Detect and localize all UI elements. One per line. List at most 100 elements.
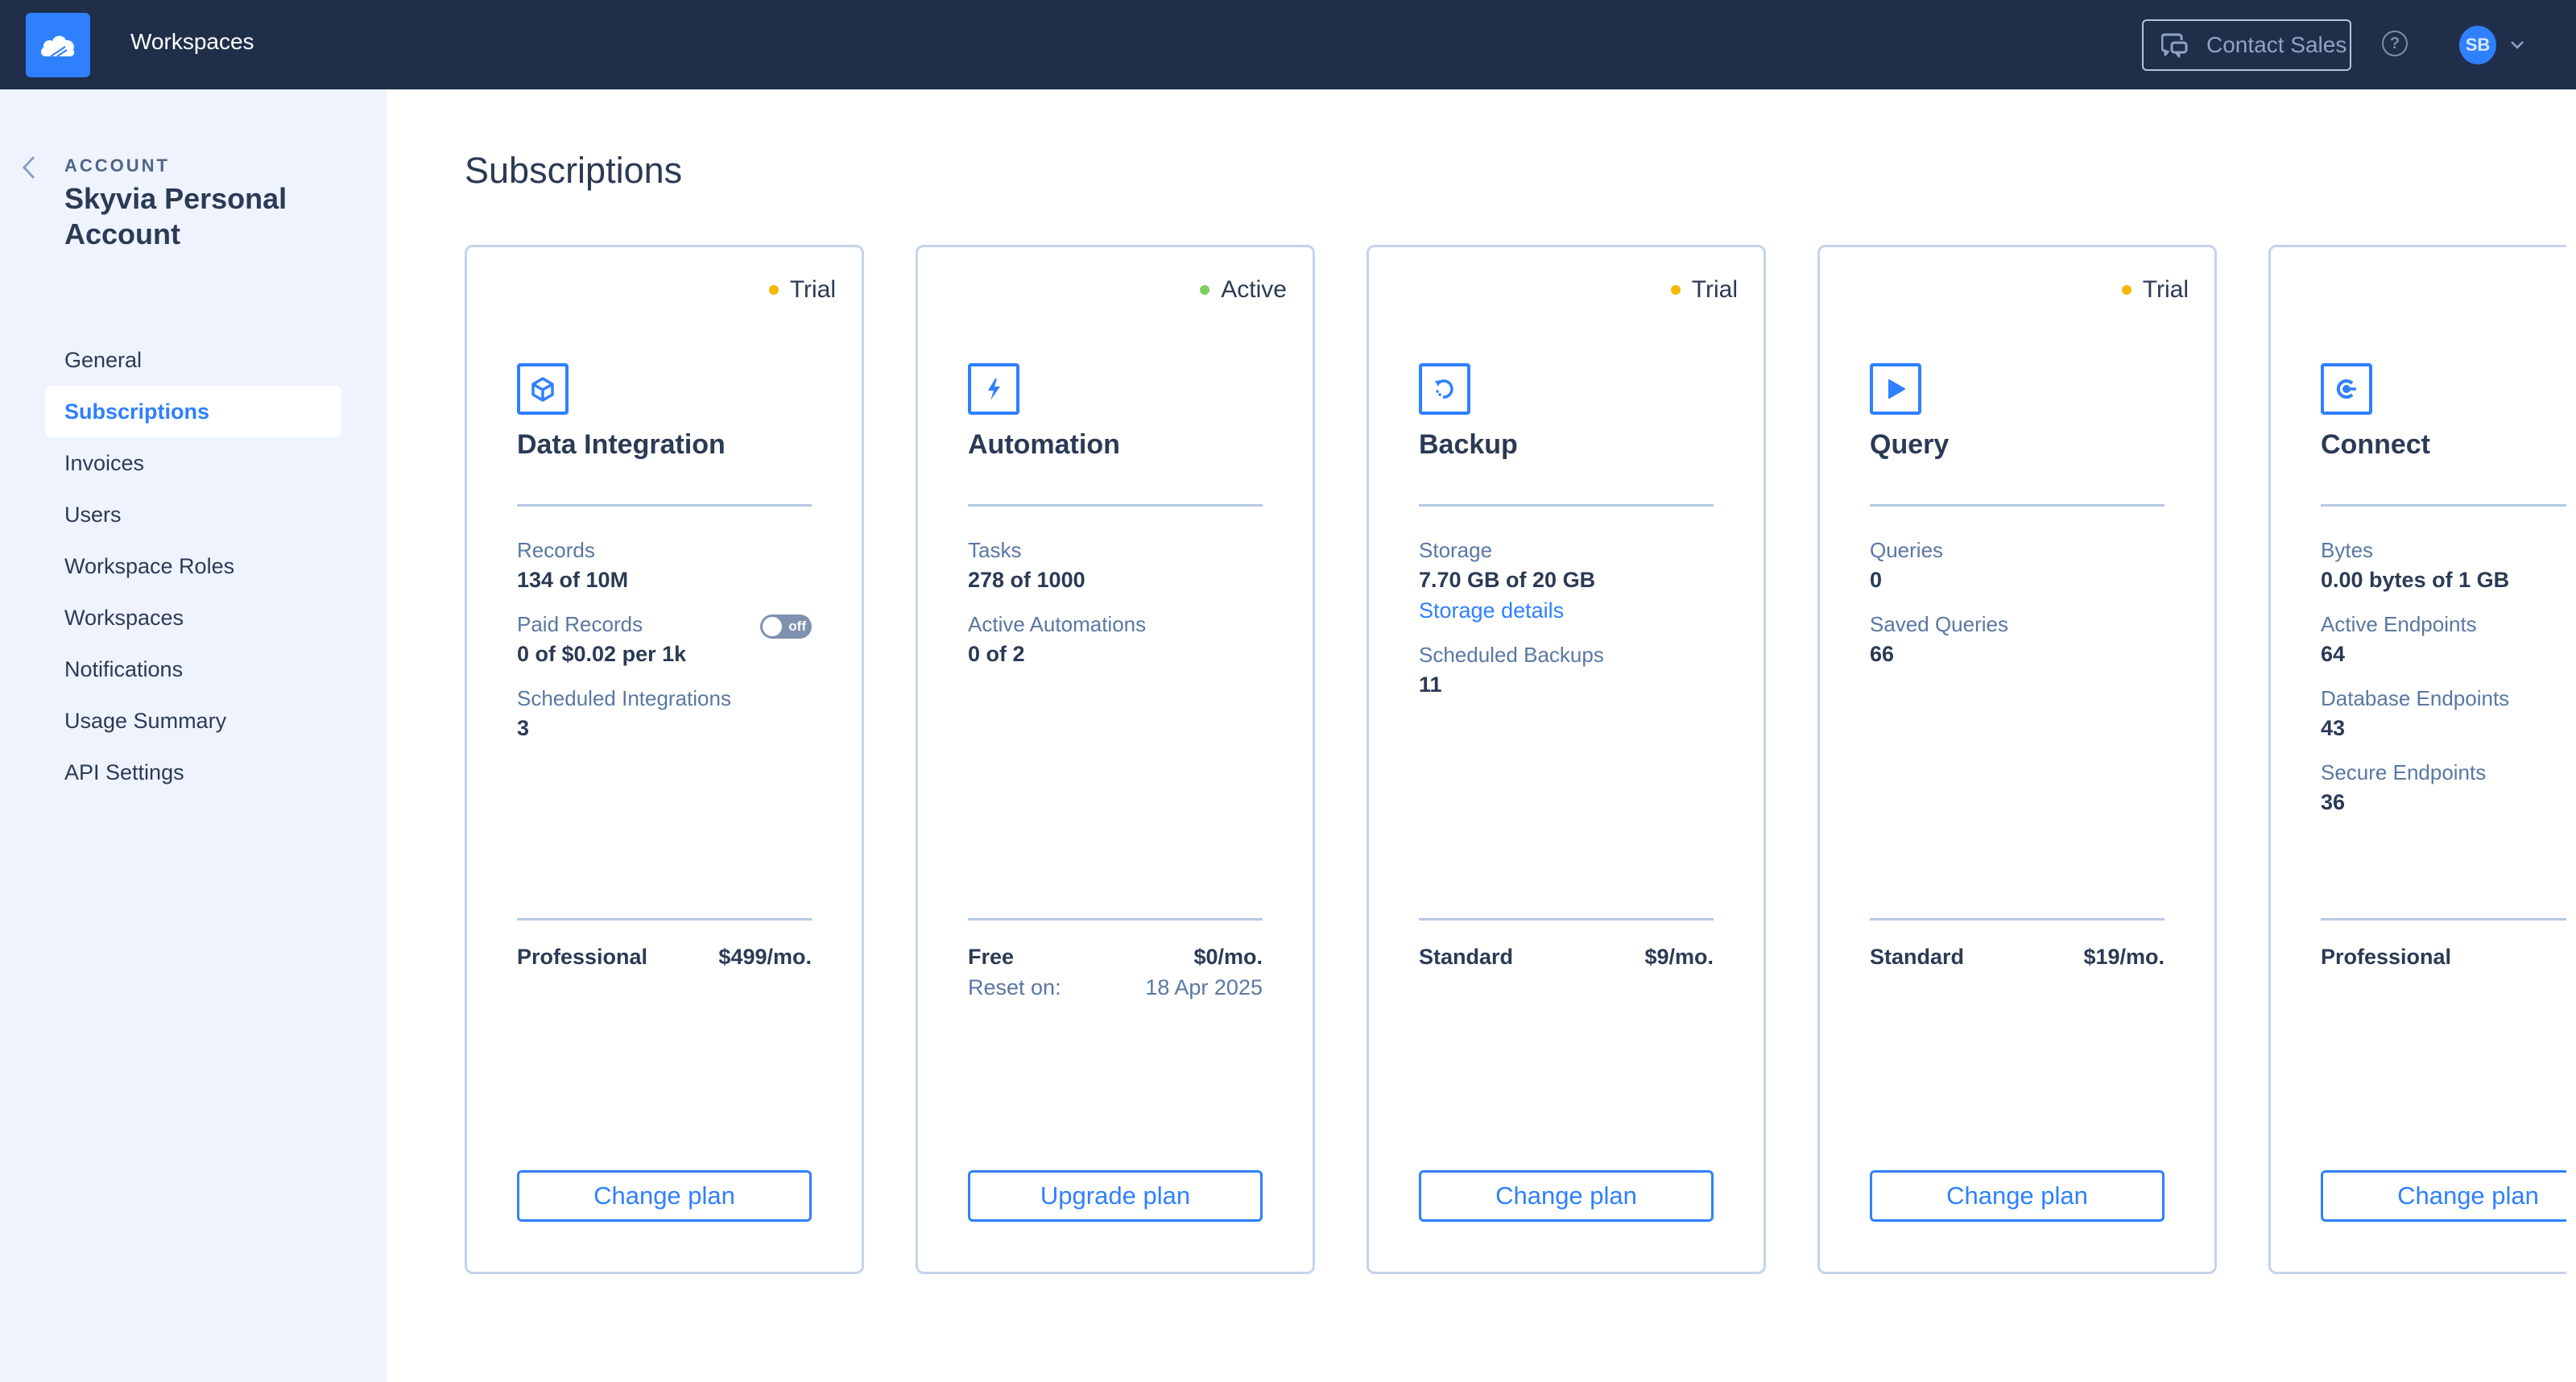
plan-row: Professional $499/mo.	[517, 941, 812, 972]
connect-icon	[2321, 363, 2372, 415]
plan-price: $19/mo.	[2083, 945, 2165, 969]
cloud-logo-icon	[40, 35, 75, 57]
status-badge: Trial	[2121, 276, 2189, 304]
divider	[1870, 918, 2165, 921]
toggle-state-label: off	[788, 619, 806, 634]
metric-value: 36	[2321, 790, 2346, 814]
top-bar: Workspaces Contact Sales ? SB	[0, 0, 2576, 89]
metric-value: 66	[1870, 642, 1895, 666]
metric-label: Database Endpoints	[2321, 686, 2510, 710]
sidebar-item-api-settings[interactable]: API Settings	[45, 747, 341, 798]
divider	[968, 918, 1263, 921]
metric-active-endpoints: Active Endpoints 64	[2321, 610, 2566, 669]
status-label: Trial	[2142, 276, 2189, 303]
divider	[1419, 918, 1714, 921]
status-dot-icon	[1670, 285, 1681, 295]
reset-row: Reset on: 18 Apr 2025	[968, 972, 1263, 1003]
status-dot-icon	[1200, 285, 1210, 295]
sidebar-item-usage-summary[interactable]: Usage Summary	[45, 695, 341, 747]
metric-saved-queries: Saved Queries 66	[1870, 610, 2165, 669]
metric-queries: Queries 0	[1870, 536, 2165, 595]
metric-value: 11	[1419, 672, 1442, 697]
metric-value: 7.70 GB of 20 GB	[1419, 568, 1596, 592]
product-name: Query	[1870, 429, 1950, 460]
skyvia-logo[interactable]	[26, 13, 90, 77]
sidebar-item-general[interactable]: General	[45, 334, 341, 386]
change-plan-button[interactable]: Change plan	[1419, 1170, 1714, 1222]
metric-records: Records 134 of 10M	[517, 536, 812, 595]
sidebar-item-subscriptions[interactable]: Subscriptions	[45, 386, 341, 437]
status-label: Active	[1221, 276, 1287, 303]
metric-active-automations: Active Automations 0 of 2	[968, 610, 1263, 669]
status-label: Trial	[789, 276, 836, 303]
sidebar-item-users[interactable]: Users	[45, 489, 341, 540]
metric-label: Secure Endpoints	[2321, 760, 2487, 784]
product-name: Connect	[2321, 429, 2430, 460]
metric-scheduled-integrations: Scheduled Integrations 3	[517, 684, 812, 743]
metric-bytes: Bytes 0.00 bytes of 1 GB	[2321, 536, 2566, 595]
divider	[968, 504, 1263, 507]
divider	[517, 504, 812, 507]
metric-storage: Storage 7.70 GB of 20 GB Storage details	[1419, 536, 1714, 626]
sidebar-item-workspaces[interactable]: Workspaces	[45, 592, 341, 643]
metric-label: Active Automations	[968, 612, 1147, 636]
metric-scheduled-backups: Scheduled Backups 11	[1419, 640, 1714, 700]
plan-name: Professional	[2321, 945, 2452, 969]
metrics: Storage 7.70 GB of 20 GB Storage details…	[1419, 536, 1714, 714]
metric-value: 64	[2321, 642, 2346, 666]
metric-label: Tasks	[968, 538, 1022, 562]
plan-row: Standard $9/mo.	[1419, 941, 1714, 972]
plan-name: Standard	[1419, 945, 1514, 969]
cube-icon	[517, 363, 569, 415]
chevron-down-icon[interactable]	[2509, 37, 2525, 53]
upgrade-plan-button[interactable]: Upgrade plan	[968, 1170, 1263, 1222]
chevron-left-icon[interactable]	[19, 154, 39, 181]
contact-sales-button[interactable]: Contact Sales	[2142, 19, 2351, 71]
sidebar-item-invoices[interactable]: Invoices	[45, 437, 341, 489]
metric-value: 0 of $0.02 per 1k	[517, 642, 687, 666]
sidebar-item-notifications[interactable]: Notifications	[45, 643, 341, 695]
help-icon[interactable]: ?	[2382, 31, 2408, 56]
product-name: Data Integration	[517, 429, 726, 460]
metric-label: Storage	[1419, 538, 1493, 562]
restore-icon	[1419, 363, 1470, 415]
change-plan-button[interactable]: Change plan	[517, 1170, 812, 1222]
change-plan-button[interactable]: Change plan	[2321, 1170, 2566, 1222]
metric-value: 134 of 10M	[517, 568, 629, 592]
divider	[2321, 918, 2566, 921]
subscription-card-data-integration: Trial Data Integration Records 134 of 10…	[465, 245, 864, 1274]
metric-database-endpoints: Database Endpoints 43	[2321, 684, 2566, 743]
sidebar-nav: General Subscriptions Invoices Users Wor…	[45, 334, 341, 798]
status-dot-icon	[2121, 285, 2132, 295]
metric-value: 3	[517, 716, 530, 740]
metric-paid-records: Paid Records off 0 of $0.02 per 1k	[517, 610, 812, 669]
metric-label: Queries	[1870, 538, 1944, 562]
metric-secure-endpoints: Secure Endpoints 36	[2321, 758, 2566, 817]
status-badge: Trial	[768, 276, 836, 304]
divider	[2321, 504, 2566, 507]
chat-bubbles-icon	[2161, 33, 2188, 58]
account-name: Skyvia Personal Account	[64, 182, 287, 250]
user-avatar[interactable]: SB	[2459, 26, 2496, 64]
divider	[1870, 504, 2165, 507]
divider	[1419, 504, 1714, 507]
status-label: Trial	[1691, 276, 1738, 303]
status-badge: Trial	[1670, 276, 1738, 304]
plan-row: Professional $99	[2321, 941, 2566, 972]
subscription-card-query: Trial Query Queries 0 Saved Queries 66 S…	[1817, 245, 2217, 1274]
metrics: Bytes 0.00 bytes of 1 GB Active Endpoint…	[2321, 536, 2566, 832]
account-section-label: ACCOUNT	[64, 155, 170, 176]
metric-value: 0.00 bytes of 1 GB	[2321, 568, 2510, 592]
subscription-card-backup: Trial Backup Storage 7.70 GB of 20 GB St…	[1367, 245, 1766, 1274]
subscription-cards: Trial Data Integration Records 134 of 10…	[465, 245, 2566, 1276]
play-icon	[1870, 363, 1921, 415]
paid-records-toggle[interactable]: off	[760, 614, 812, 639]
storage-details-link[interactable]: Storage details	[1419, 595, 1714, 626]
workspaces-title[interactable]: Workspaces	[130, 29, 254, 55]
plan-name: Standard	[1870, 945, 1965, 969]
subscription-card-connect: Connect Bytes 0.00 bytes of 1 GB Active …	[2268, 245, 2566, 1274]
sidebar-item-workspace-roles[interactable]: Workspace Roles	[45, 540, 341, 592]
metric-label: Active Endpoints	[2321, 612, 2477, 636]
change-plan-button[interactable]: Change plan	[1870, 1170, 2165, 1222]
subscription-card-automation: Active Automation Tasks 278 of 1000 Acti…	[916, 245, 1315, 1274]
